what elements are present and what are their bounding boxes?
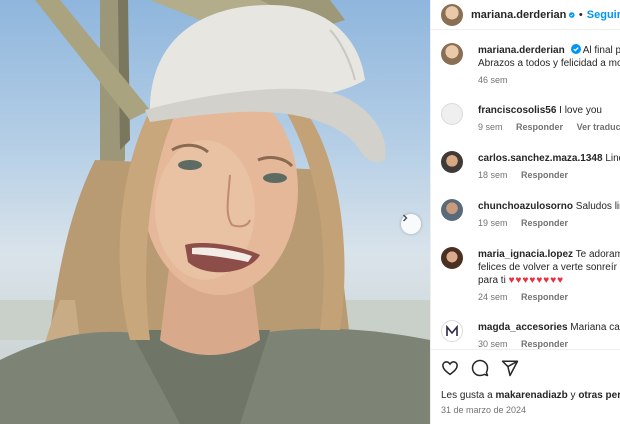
comment-time[interactable]: 9 sem	[478, 122, 503, 132]
likes-summary[interactable]: Les gusta a makarenadiazb y otras perso	[441, 390, 620, 401]
post-date[interactable]: 31 de marzo de 2024	[441, 405, 526, 415]
post-header: mariana.derderian • Seguir	[431, 0, 620, 30]
like-heart-icon[interactable]	[441, 359, 459, 377]
chevron-right-icon	[403, 214, 408, 222]
comment-text: Mariana cada	[570, 322, 620, 333]
likes-prefix: Les gusta a	[441, 390, 493, 401]
comment-author[interactable]: maria_ignacia.lopez	[478, 249, 573, 260]
comment-time[interactable]: 30 sem	[478, 339, 508, 349]
monogram-m-icon	[446, 324, 458, 336]
translate-button[interactable]: Ver traducción	[577, 122, 620, 132]
caption-text-line2: Abrazos a todos y felicidad a mo	[478, 58, 620, 69]
instagram-post-view: mariana.derderian • Seguir mariana.derde…	[0, 0, 620, 424]
share-send-icon[interactable]	[501, 359, 519, 377]
post-side-panel: mariana.derderian • Seguir mariana.derde…	[430, 0, 620, 424]
comment-text-line2: felices de volver a verte sonreír !	[478, 262, 620, 273]
caption-text: Al final pa	[582, 45, 620, 56]
default-avatar-icon[interactable]	[441, 103, 463, 125]
post-video[interactable]	[0, 0, 430, 424]
user-photo-avatar[interactable]	[441, 151, 463, 173]
selfie-photo	[0, 0, 430, 424]
comment-text: I love you	[559, 105, 602, 116]
comment-time[interactable]: 24 sem	[478, 292, 508, 302]
separator-dot: •	[578, 8, 583, 21]
author-avatar[interactable]	[441, 3, 463, 26]
comment-author[interactable]: carlos.sanchez.maza.1348	[478, 153, 603, 164]
comment-author[interactable]: magda_accesories	[478, 322, 568, 333]
reply-button[interactable]: Responder	[521, 339, 568, 349]
reply-button[interactable]: Responder	[521, 218, 568, 228]
verified-badge-icon	[569, 11, 575, 18]
comment-author[interactable]: chunchoazulosorno	[478, 201, 573, 212]
reply-button[interactable]: Responder	[521, 292, 568, 302]
next-media-button[interactable]	[401, 214, 421, 234]
user-photo-avatar[interactable]	[441, 247, 463, 269]
comment-time[interactable]: 19 sem	[478, 218, 508, 228]
author-avatar[interactable]	[441, 43, 463, 65]
monogram-m-avatar[interactable]	[441, 320, 463, 342]
reply-button[interactable]: Responder	[521, 170, 568, 180]
post-actions: Les gusta a makarenadiazb y otras perso …	[431, 349, 620, 424]
comment-text-line3: para ti	[478, 275, 506, 286]
comment-time[interactable]: 18 sem	[478, 170, 508, 180]
red-hearts-emoji: ♥♥♥♥♥♥♥♥	[508, 275, 565, 286]
comment-author[interactable]: franciscosolis56	[478, 105, 556, 116]
follow-button[interactable]: Seguir	[587, 9, 620, 21]
likes-user[interactable]: makarenadiazb	[496, 390, 568, 401]
caption-author[interactable]: mariana.derderian	[478, 45, 565, 56]
comment-text: Linda	[605, 153, 620, 164]
user-photo-avatar[interactable]	[441, 199, 463, 221]
comment-text: Te adoramo	[575, 249, 620, 260]
reply-button[interactable]: Responder	[516, 122, 563, 132]
comments-list[interactable]: mariana.derderian Al final pa Abrazos a …	[431, 31, 620, 349]
caption-time[interactable]: 46 sem	[478, 75, 508, 85]
author-username[interactable]: mariana.derderian	[471, 9, 566, 21]
verified-badge-icon	[570, 44, 581, 54]
comment-bubble-icon[interactable]	[471, 359, 489, 377]
comment-text: Saludos lind	[575, 201, 620, 212]
likes-connector: y	[570, 390, 576, 401]
likes-others[interactable]: otras perso	[578, 390, 620, 401]
